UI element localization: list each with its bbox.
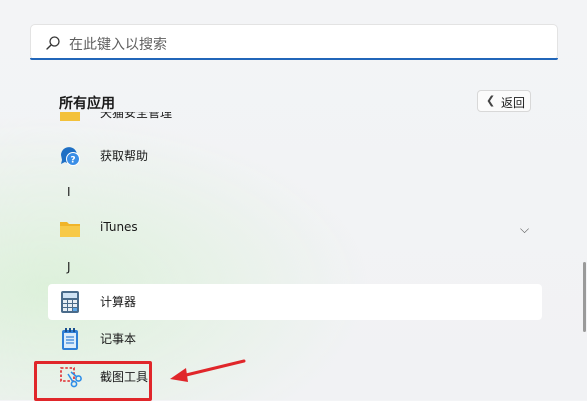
app-item-label: 记事本	[100, 332, 137, 346]
annotation-arrow-icon	[170, 359, 246, 382]
scrollbar-thumb[interactable]	[583, 262, 586, 332]
app-item-label: 计算器	[100, 295, 137, 309]
app-item-label: iTunes	[100, 220, 138, 234]
chevron-down-icon[interactable]: ⌵	[520, 222, 529, 237]
section-letter-j[interactable]: J	[67, 260, 71, 274]
folder-icon	[60, 112, 80, 121]
search-input[interactable]: 在此键入以搜索	[69, 34, 167, 54]
search-box[interactable]: 在此键入以搜索	[30, 24, 558, 60]
back-button-label: 返回	[501, 96, 526, 110]
all-apps-title: 所有应用	[59, 96, 115, 112]
calculator-icon	[61, 291, 79, 313]
chevron-left-icon: ❮	[486, 94, 496, 107]
list-item-partial[interactable]: 天猫安全管理	[48, 112, 542, 128]
app-item-label: 获取帮助	[100, 149, 149, 163]
app-folder-itunes[interactable]: iTunes	[48, 211, 542, 247]
app-item-get-help[interactable]: ? 获取帮助	[48, 138, 542, 174]
back-button[interactable]: ❮ 返回	[477, 90, 531, 112]
app-item-notepad[interactable]: 记事本	[48, 321, 542, 357]
section-letter-i[interactable]: I	[67, 185, 71, 199]
notepad-icon	[62, 328, 78, 350]
search-icon	[46, 36, 60, 50]
list-item-label: 天猫安全管理	[100, 112, 173, 120]
folder-icon	[60, 222, 80, 237]
svg-text:?: ?	[70, 156, 75, 166]
annotation-highlight-box	[34, 361, 152, 401]
app-item-calculator[interactable]: 计算器	[48, 284, 542, 320]
search-focus-underline	[30, 58, 558, 60]
help-icon: ?	[61, 147, 80, 166]
